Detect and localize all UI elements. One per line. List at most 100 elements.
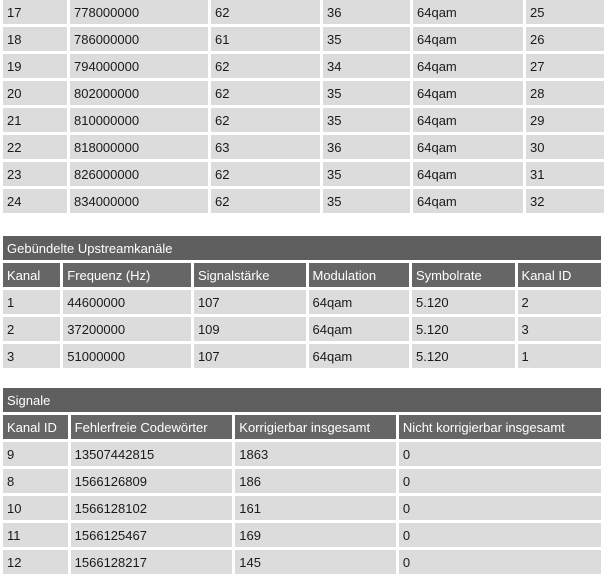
cell-modulation: 64qam [308, 344, 410, 368]
cell-channel-id: 27 [526, 54, 604, 78]
table-row: 21 810000000 62 35 64qam 29 [3, 108, 604, 132]
cell-channel-id: 3 [517, 317, 601, 341]
cell-uncorrectable: 0 [398, 496, 601, 520]
table-row: 8 1566126809 186 0 [3, 469, 601, 493]
column-header-modulation: Modulation [308, 263, 410, 287]
table-row: 12 1566128217 145 0 [3, 550, 601, 574]
upstream-header-row: Kanal Frequenz (Hz) Signalstärke Modulat… [3, 263, 601, 287]
cell-channel-id: 31 [526, 162, 604, 186]
cell-symbolrate: 5.120 [412, 290, 515, 314]
signals-title: Signale [3, 388, 601, 412]
cell-modulation: 64qam [413, 0, 523, 24]
cell-power: 63 [211, 135, 320, 159]
column-header-error-free-codewords: Fehlerfreie Codewörter [70, 415, 233, 439]
cell-correctable: 161 [235, 496, 396, 520]
signals-header-row: Kanal ID Fehlerfreie Codewörter Korrigie… [3, 415, 601, 439]
cell-channel-id: 32 [526, 189, 604, 213]
cell-frequency: 818000000 [70, 135, 208, 159]
cell-power: 61 [211, 27, 320, 51]
cell-power: 62 [211, 162, 320, 186]
column-header-channel: Kanal [3, 263, 61, 287]
cell-channel: 2 [3, 317, 61, 341]
cell-channel: 22 [3, 135, 67, 159]
cell-snr: 36 [323, 0, 410, 24]
cell-frequency: 834000000 [70, 189, 208, 213]
cell-power: 62 [211, 189, 320, 213]
downstream-table: 17 778000000 62 36 64qam 25 18 786000000… [0, 0, 604, 216]
cell-channel: 18 [3, 27, 67, 51]
cell-channel-id: 28 [526, 81, 604, 105]
cell-channel-id: 1 [517, 344, 601, 368]
cell-modulation: 64qam [413, 27, 523, 51]
cell-channel: 3 [3, 344, 61, 368]
cell-channel-id: 9 [3, 442, 68, 466]
table-row: 22 818000000 63 36 64qam 30 [3, 135, 604, 159]
cell-modulation: 64qam [413, 189, 523, 213]
cell-power: 107 [193, 290, 306, 314]
downstream-rows: 17 778000000 62 36 64qam 25 18 786000000… [3, 0, 604, 213]
column-header-correctable-total: Korrigierbar insgesamt [235, 415, 396, 439]
cell-snr: 35 [323, 81, 410, 105]
cell-channel-id: 29 [526, 108, 604, 132]
cell-modulation: 64qam [308, 317, 410, 341]
cell-power: 62 [211, 0, 320, 24]
cell-error-free: 1566128217 [70, 550, 233, 574]
cell-channel: 21 [3, 108, 67, 132]
cell-channel-id: 10 [3, 496, 68, 520]
table-row: 23 826000000 62 35 64qam 31 [3, 162, 604, 186]
cell-snr: 35 [323, 108, 410, 132]
cell-correctable: 1863 [235, 442, 396, 466]
cell-channel: 19 [3, 54, 67, 78]
cell-channel-id: 11 [3, 523, 68, 547]
cell-power: 109 [193, 317, 306, 341]
cell-error-free: 1566126809 [70, 469, 233, 493]
cell-error-free: 1566125467 [70, 523, 233, 547]
cell-frequency: 826000000 [70, 162, 208, 186]
cell-frequency: 786000000 [70, 27, 208, 51]
cell-frequency: 778000000 [70, 0, 208, 24]
upstream-title-row: Gebündelte Upstreamkanäle [3, 236, 601, 260]
table-row: 9 13507442815 1863 0 [3, 442, 601, 466]
cell-uncorrectable: 0 [398, 442, 601, 466]
column-header-channel-id: Kanal ID [517, 263, 601, 287]
cell-correctable: 169 [235, 523, 396, 547]
table-row: 3 51000000 107 64qam 5.120 1 [3, 344, 601, 368]
cell-channel: 24 [3, 189, 67, 213]
table-row: 2 37200000 109 64qam 5.120 3 [3, 317, 601, 341]
table-row: 19 794000000 62 34 64qam 27 [3, 54, 604, 78]
cell-symbolrate: 5.120 [412, 344, 515, 368]
cell-frequency: 37200000 [63, 317, 191, 341]
cell-frequency: 51000000 [63, 344, 191, 368]
cell-channel-id: 26 [526, 27, 604, 51]
column-header-channel-id: Kanal ID [3, 415, 68, 439]
cell-snr: 34 [323, 54, 410, 78]
cell-correctable: 145 [235, 550, 396, 574]
cell-channel-id: 25 [526, 0, 604, 24]
cell-channel: 17 [3, 0, 67, 24]
cell-uncorrectable: 0 [398, 550, 601, 574]
table-row: 11 1566125467 169 0 [3, 523, 601, 547]
table-row: 24 834000000 62 35 64qam 32 [3, 189, 604, 213]
cell-channel: 1 [3, 290, 61, 314]
cell-channel-id: 2 [517, 290, 601, 314]
column-header-frequency: Frequenz (Hz) [63, 263, 191, 287]
cell-snr: 35 [323, 27, 410, 51]
signals-table: Signale Kanal ID Fehlerfreie Codewörter … [0, 385, 604, 577]
column-header-power: Signalstärke [193, 263, 306, 287]
cell-frequency: 44600000 [63, 290, 191, 314]
cell-frequency: 810000000 [70, 108, 208, 132]
table-row: 1 44600000 107 64qam 5.120 2 [3, 290, 601, 314]
cell-power: 62 [211, 81, 320, 105]
cell-snr: 35 [323, 189, 410, 213]
table-row: 20 802000000 62 35 64qam 28 [3, 81, 604, 105]
cell-frequency: 794000000 [70, 54, 208, 78]
cell-power: 62 [211, 108, 320, 132]
cell-uncorrectable: 0 [398, 469, 601, 493]
cell-symbolrate: 5.120 [412, 317, 515, 341]
cell-channel-id: 30 [526, 135, 604, 159]
cell-modulation: 64qam [413, 108, 523, 132]
cell-modulation: 64qam [413, 162, 523, 186]
cell-channel-id: 8 [3, 469, 68, 493]
cell-channel: 23 [3, 162, 67, 186]
cell-error-free: 13507442815 [70, 442, 233, 466]
